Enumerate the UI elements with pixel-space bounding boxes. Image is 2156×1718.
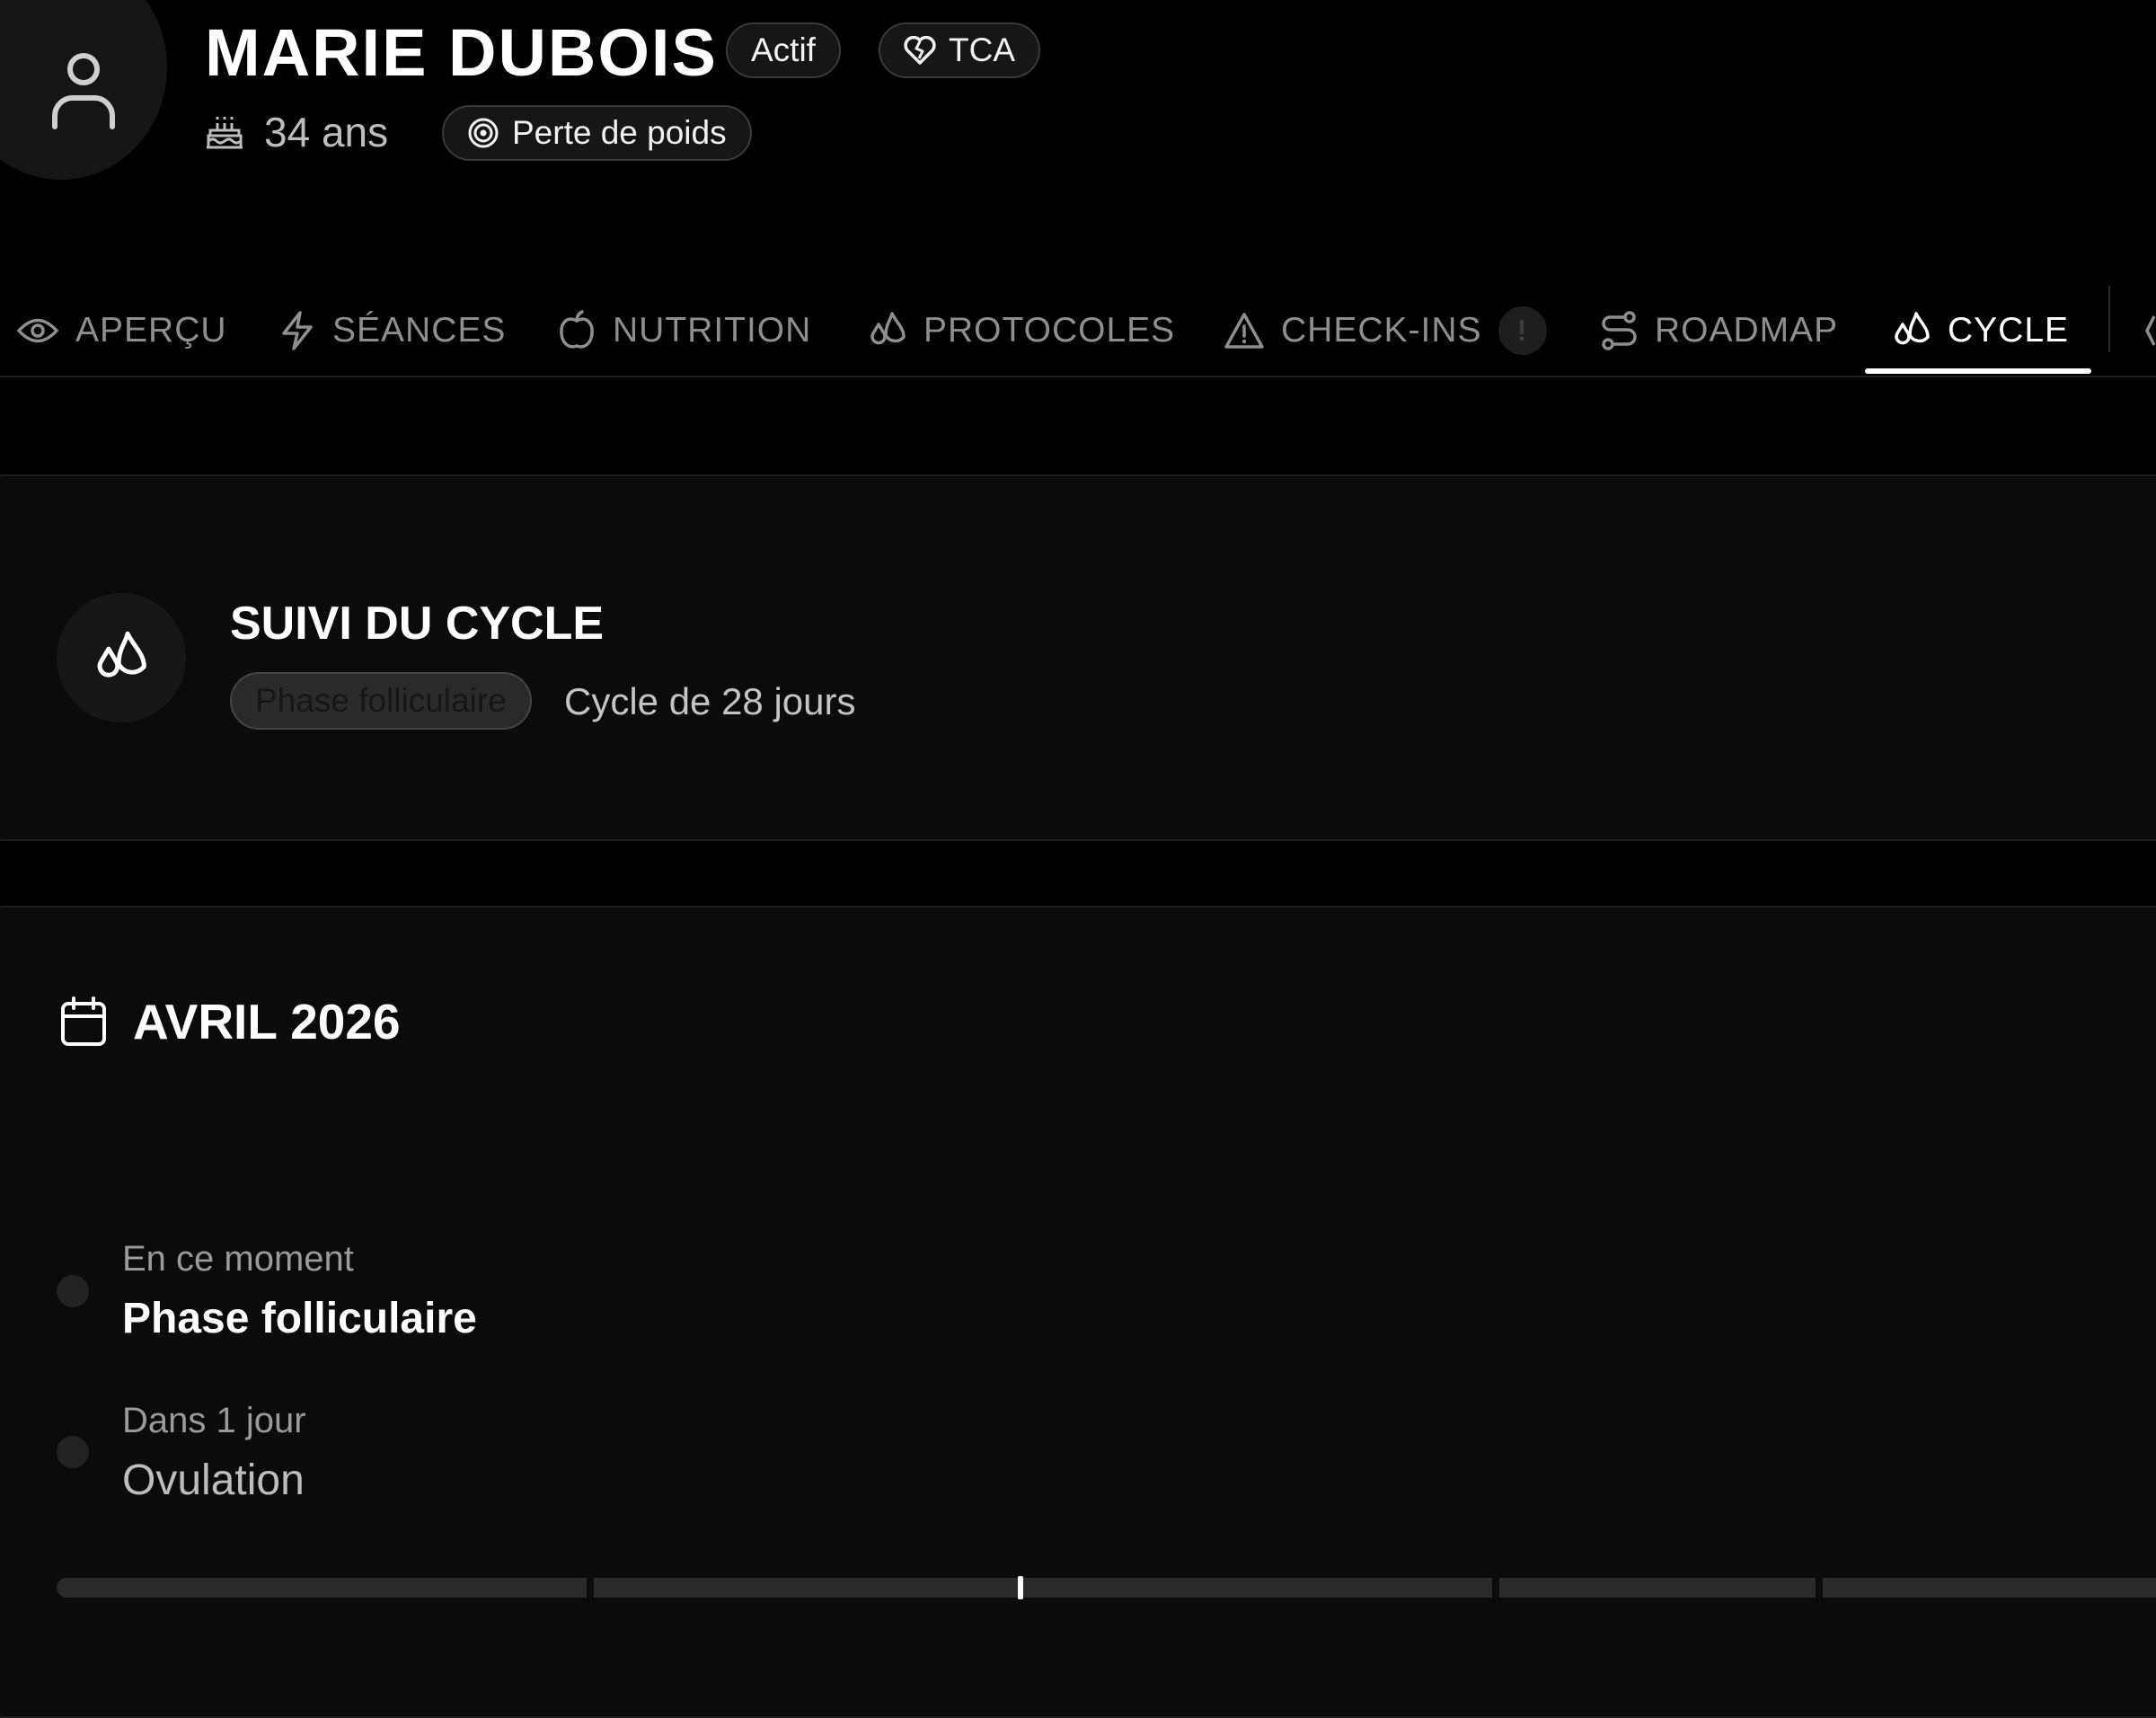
droplets-icon (97, 631, 146, 677)
event-when: Dans 1 jour (122, 1401, 306, 1440)
tab-label: SÉANCES (332, 311, 507, 350)
client-name: MARIE DUBOIS (205, 15, 718, 90)
tab-label: CHECK-INS (1281, 311, 1482, 350)
tab-label: CYCLE (1948, 311, 2070, 350)
tab-label: PROTOCOLES (923, 311, 1176, 350)
event-phase: Phase folliculaire (122, 1295, 477, 1342)
avatar (0, 0, 167, 180)
phase-segment (1823, 1578, 2156, 1598)
tab-protocoles[interactable]: PROTOCOLES (868, 286, 1175, 376)
cycle-summary-card (0, 474, 2156, 841)
tab-check-ins[interactable]: CHECK-INS ! (1224, 286, 1547, 376)
tab-label: NUTRITION (613, 311, 812, 350)
goal-label: Perte de poids (512, 114, 727, 151)
bolt-icon (282, 311, 313, 350)
tab-label: ROADMAP (1655, 311, 1839, 350)
timeline-dot (57, 1436, 89, 1468)
tab-label: APERÇU (75, 311, 227, 350)
user-icon (52, 53, 115, 129)
tab-nutrition[interactable]: NUTRITION (557, 286, 811, 376)
timeline-dot (57, 1275, 89, 1307)
tca-badge[interactable]: TCA (879, 22, 1040, 78)
goal-badge[interactable]: Perte de poids (442, 105, 752, 161)
current-phase-chip: Phase folliculaire (230, 672, 532, 730)
status-label: Actif (751, 31, 816, 68)
cycle-card-title: SUIVI DU CYCLE (230, 598, 605, 650)
more-tabs-icon[interactable] (2143, 311, 2156, 350)
cycle-progress-track (57, 1576, 2156, 1599)
phase-segment (1499, 1578, 1816, 1598)
warning-icon (1224, 313, 1264, 349)
cycle-icon-circle (57, 593, 186, 722)
eye-icon (16, 318, 59, 343)
month-title: AVRIL 2026 (133, 994, 401, 1049)
tab-seances[interactable]: SÉANCES (278, 286, 506, 376)
cycle-length: Cycle de 28 jours (564, 680, 856, 722)
apple-icon (560, 310, 594, 349)
tab-divider (2108, 286, 2110, 352)
current-day-marker (1018, 1576, 1023, 1599)
heart-broken-icon (904, 36, 936, 65)
tab-apercu[interactable]: APERÇU (16, 286, 227, 376)
droplets-icon (1895, 312, 1930, 345)
client-age: 34 ans (205, 108, 388, 156)
tca-label: TCA (949, 31, 1015, 68)
tab-roadmap[interactable]: ROADMAP (1599, 286, 1838, 376)
notification-badge: ! (1498, 306, 1547, 355)
cake-icon (207, 117, 243, 149)
calendar-icon (61, 996, 106, 1046)
event-phase: Ovulation (122, 1457, 305, 1504)
active-tab-indicator (1865, 368, 2091, 374)
status-badge[interactable]: Actif (726, 22, 841, 78)
age-label: 34 ans (264, 109, 389, 155)
route-icon (1602, 311, 1637, 350)
droplets-icon (870, 312, 906, 345)
tab-cycle[interactable]: CYCLE (1892, 286, 2069, 376)
event-when: En ce moment (122, 1239, 354, 1279)
target-icon (468, 118, 499, 148)
phase-segment (594, 1578, 1492, 1598)
tab-bar: APERÇU SÉANCES NUTRITION PROTOCOLES CHEC… (0, 286, 2156, 377)
phase-segment (57, 1578, 587, 1598)
